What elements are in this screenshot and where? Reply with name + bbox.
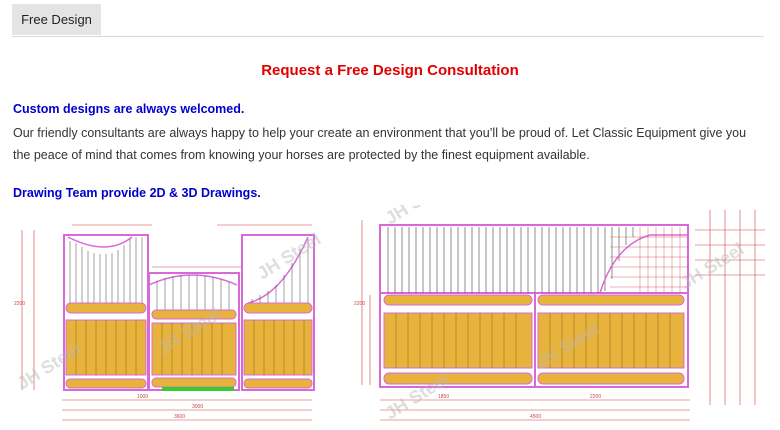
tab-free-design[interactable]: Free Design	[12, 4, 101, 35]
tab-bar: Free Design	[12, 0, 764, 37]
intro-highlight: Custom designs are always welcomed.	[13, 102, 245, 116]
page-heading: Request a Free Design Consultation	[261, 62, 519, 79]
svg-text:4500: 4500	[530, 414, 541, 420]
stall-elevation-drawing: 1850 2200 4500 2200 JH Steel JH Steel JH …	[354, 205, 765, 423]
drawing-heading: Drawing Team provide 2D & 3D Drawings.	[13, 186, 261, 200]
intro-text: Our friendly consultants are always happ…	[13, 126, 747, 162]
svg-text:3000: 3000	[192, 404, 203, 410]
svg-text:3600: 3600	[174, 414, 185, 420]
svg-text:2200: 2200	[14, 301, 25, 307]
svg-text:1000: 1000	[137, 394, 148, 400]
top-bars	[387, 227, 634, 293]
mesh-grid	[610, 227, 688, 293]
stall-front-drawing: 1000 3000 3600 2200 JH Steel JH Steel JH S…	[14, 224, 324, 421]
svg-text:2200: 2200	[590, 394, 601, 400]
svg-text:2200: 2200	[354, 301, 365, 307]
svg-text:1850: 1850	[438, 394, 449, 400]
